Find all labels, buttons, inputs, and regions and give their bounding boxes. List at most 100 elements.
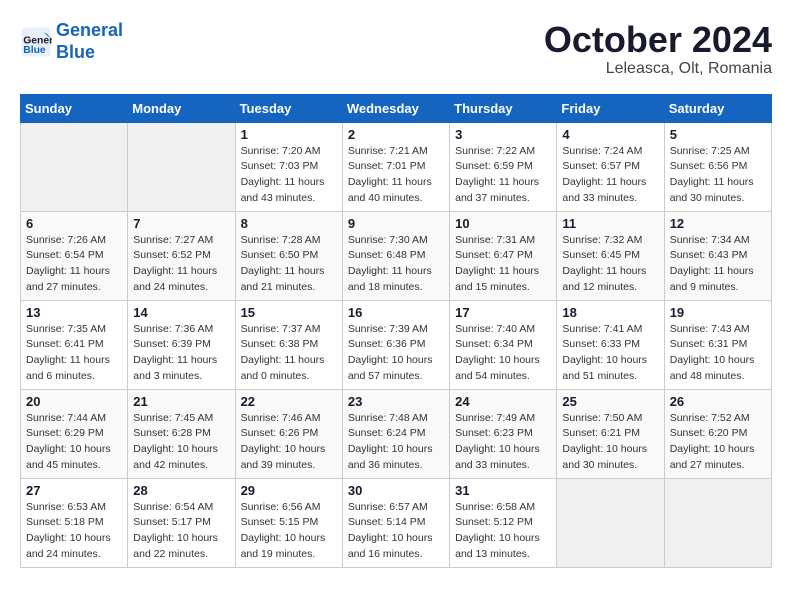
empty-cell bbox=[664, 478, 771, 567]
day-number: 22 bbox=[241, 394, 337, 409]
day-number: 2 bbox=[348, 127, 444, 142]
day-number: 15 bbox=[241, 305, 337, 320]
calendar-day: 26 Sunrise: 7:52 AMSunset: 6:20 PMDayligh… bbox=[664, 389, 771, 478]
month-title: October 2024 bbox=[544, 20, 772, 60]
logo-icon: General Blue bbox=[20, 26, 52, 58]
title-block: October 2024 Leleasca, Olt, Romania bbox=[544, 20, 772, 78]
day-detail: Sunrise: 7:22 AMSunset: 6:59 PMDaylight:… bbox=[455, 144, 551, 207]
empty-cell bbox=[557, 478, 664, 567]
day-detail: Sunrise: 7:30 AMSunset: 6:48 PMDaylight:… bbox=[348, 233, 444, 296]
calendar-day: 23Sunrise: 7:48 AMSunset: 6:24 PMDayligh… bbox=[342, 389, 449, 478]
calendar-day: 15Sunrise: 7:37 AMSunset: 6:38 PMDayligh… bbox=[235, 300, 342, 389]
day-detail: Sunrise: 7:28 AMSunset: 6:50 PMDaylight:… bbox=[241, 233, 337, 296]
day-number: 27 bbox=[26, 483, 122, 498]
logo-text-line1: General bbox=[56, 20, 123, 42]
calendar-day: 17Sunrise: 7:40 AMSunset: 6:34 PMDayligh… bbox=[450, 300, 557, 389]
calendar-day: 11 Sunrise: 7:32 AMSunset: 6:45 PMDayligh… bbox=[557, 211, 664, 300]
day-detail: Sunrise: 6:58 AMSunset: 5:12 PMDaylight:… bbox=[455, 500, 551, 563]
calendar-day: 4Sunrise: 7:24 AMSunset: 6:57 PMDaylight… bbox=[557, 122, 664, 211]
calendar-week-row: 27 Sunrise: 6:53 AMSunset: 5:18 PMDayligh… bbox=[21, 478, 772, 567]
day-number: 4 bbox=[562, 127, 658, 142]
day-number: 7 bbox=[133, 216, 229, 231]
day-detail: Sunrise: 7:44 AMSunset: 6:29 PMDaylight:… bbox=[26, 411, 122, 474]
calendar-week-row: 13 Sunrise: 7:35 AMSunset: 6:41 PMDayligh… bbox=[21, 300, 772, 389]
day-detail: Sunrise: 7:46 AMSunset: 6:26 PMDaylight:… bbox=[241, 411, 337, 474]
day-detail: Sunrise: 6:56 AMSunset: 5:15 PMDaylight:… bbox=[241, 500, 337, 563]
day-number: 11 bbox=[562, 216, 658, 231]
day-detail: Sunrise: 7:34 AMSunset: 6:43 PMDaylight:… bbox=[670, 233, 766, 296]
calendar-day: 12Sunrise: 7:34 AMSunset: 6:43 PMDayligh… bbox=[664, 211, 771, 300]
day-number: 5 bbox=[670, 127, 766, 142]
calendar-table: SundayMondayTuesdayWednesdayThursdayFrid… bbox=[20, 94, 772, 568]
column-header-tuesday: Tuesday bbox=[235, 94, 342, 122]
empty-cell bbox=[128, 122, 235, 211]
column-header-friday: Friday bbox=[557, 94, 664, 122]
calendar-day: 18Sunrise: 7:41 AMSunset: 6:33 PMDayligh… bbox=[557, 300, 664, 389]
calendar-day: 8Sunrise: 7:28 AMSunset: 6:50 PMDaylight… bbox=[235, 211, 342, 300]
svg-text:Blue: Blue bbox=[23, 45, 46, 56]
day-detail: Sunrise: 7:49 AMSunset: 6:23 PMDaylight:… bbox=[455, 411, 551, 474]
day-number: 6 bbox=[26, 216, 122, 231]
day-number: 20 bbox=[26, 394, 122, 409]
calendar-day: 5 Sunrise: 7:25 AMSunset: 6:56 PMDaylight… bbox=[664, 122, 771, 211]
day-number: 21 bbox=[133, 394, 229, 409]
day-detail: Sunrise: 7:25 AMSunset: 6:56 PMDaylight:… bbox=[670, 144, 766, 207]
day-detail: Sunrise: 7:36 AMSunset: 6:39 PMDaylight:… bbox=[133, 322, 229, 385]
calendar-day: 7 Sunrise: 7:27 AMSunset: 6:52 PMDaylight… bbox=[128, 211, 235, 300]
day-number: 19 bbox=[670, 305, 766, 320]
day-detail: Sunrise: 6:54 AMSunset: 5:17 PMDaylight:… bbox=[133, 500, 229, 563]
column-header-monday: Monday bbox=[128, 94, 235, 122]
day-detail: Sunrise: 7:32 AMSunset: 6:45 PMDaylight:… bbox=[562, 233, 658, 296]
day-number: 26 bbox=[670, 394, 766, 409]
column-header-wednesday: Wednesday bbox=[342, 94, 449, 122]
calendar-day: 13 Sunrise: 7:35 AMSunset: 6:41 PMDayligh… bbox=[21, 300, 128, 389]
day-detail: Sunrise: 7:27 AMSunset: 6:52 PMDaylight:… bbox=[133, 233, 229, 296]
calendar-day: 31 Sunrise: 6:58 AMSunset: 5:12 PMDayligh… bbox=[450, 478, 557, 567]
calendar-day: 25 Sunrise: 7:50 AMSunset: 6:21 PMDayligh… bbox=[557, 389, 664, 478]
day-number: 25 bbox=[562, 394, 658, 409]
logo-text-line2: Blue bbox=[56, 42, 123, 64]
column-header-thursday: Thursday bbox=[450, 94, 557, 122]
empty-cell bbox=[21, 122, 128, 211]
column-header-saturday: Saturday bbox=[664, 94, 771, 122]
calendar-week-row: 20 Sunrise: 7:44 AMSunset: 6:29 PMDayligh… bbox=[21, 389, 772, 478]
day-number: 9 bbox=[348, 216, 444, 231]
calendar-day: 22 Sunrise: 7:46 AMSunset: 6:26 PMDayligh… bbox=[235, 389, 342, 478]
calendar-day: 28Sunrise: 6:54 AMSunset: 5:17 PMDayligh… bbox=[128, 478, 235, 567]
day-number: 3 bbox=[455, 127, 551, 142]
day-detail: Sunrise: 7:20 AMSunset: 7:03 PMDaylight:… bbox=[241, 144, 337, 207]
calendar-day: 20 Sunrise: 7:44 AMSunset: 6:29 PMDayligh… bbox=[21, 389, 128, 478]
day-detail: Sunrise: 7:43 AMSunset: 6:31 PMDaylight:… bbox=[670, 322, 766, 385]
day-detail: Sunrise: 7:39 AMSunset: 6:36 PMDaylight:… bbox=[348, 322, 444, 385]
calendar-day: 9 Sunrise: 7:30 AMSunset: 6:48 PMDaylight… bbox=[342, 211, 449, 300]
day-detail: Sunrise: 7:45 AMSunset: 6:28 PMDaylight:… bbox=[133, 411, 229, 474]
calendar-week-row: 6Sunrise: 7:26 AMSunset: 6:54 PMDaylight… bbox=[21, 211, 772, 300]
day-detail: Sunrise: 6:53 AMSunset: 5:18 PMDaylight:… bbox=[26, 500, 122, 563]
day-number: 16 bbox=[348, 305, 444, 320]
day-number: 24 bbox=[455, 394, 551, 409]
calendar-day: 29 Sunrise: 6:56 AMSunset: 5:15 PMDayligh… bbox=[235, 478, 342, 567]
day-detail: Sunrise: 7:52 AMSunset: 6:20 PMDaylight:… bbox=[670, 411, 766, 474]
day-number: 31 bbox=[455, 483, 551, 498]
day-number: 23 bbox=[348, 394, 444, 409]
day-detail: Sunrise: 6:57 AMSunset: 5:14 PMDaylight:… bbox=[348, 500, 444, 563]
calendar-day: 24 Sunrise: 7:49 AMSunset: 6:23 PMDayligh… bbox=[450, 389, 557, 478]
location: Leleasca, Olt, Romania bbox=[544, 60, 772, 78]
day-detail: Sunrise: 7:35 AMSunset: 6:41 PMDaylight:… bbox=[26, 322, 122, 385]
day-number: 17 bbox=[455, 305, 551, 320]
logo: General Blue General Blue bbox=[20, 20, 123, 63]
day-detail: Sunrise: 7:50 AMSunset: 6:21 PMDaylight:… bbox=[562, 411, 658, 474]
calendar-week-row: 1 Sunrise: 7:20 AMSunset: 7:03 PMDaylight… bbox=[21, 122, 772, 211]
day-number: 13 bbox=[26, 305, 122, 320]
calendar-day: 30Sunrise: 6:57 AMSunset: 5:14 PMDayligh… bbox=[342, 478, 449, 567]
calendar-day: 10Sunrise: 7:31 AMSunset: 6:47 PMDayligh… bbox=[450, 211, 557, 300]
calendar-day: 3 Sunrise: 7:22 AMSunset: 6:59 PMDaylight… bbox=[450, 122, 557, 211]
day-detail: Sunrise: 7:21 AMSunset: 7:01 PMDaylight:… bbox=[348, 144, 444, 207]
calendar-header-row: SundayMondayTuesdayWednesdayThursdayFrid… bbox=[21, 94, 772, 122]
calendar-day: 2 Sunrise: 7:21 AMSunset: 7:01 PMDaylight… bbox=[342, 122, 449, 211]
calendar-day: 21 Sunrise: 7:45 AMSunset: 6:28 PMDayligh… bbox=[128, 389, 235, 478]
calendar-day: 1 Sunrise: 7:20 AMSunset: 7:03 PMDaylight… bbox=[235, 122, 342, 211]
day-number: 29 bbox=[241, 483, 337, 498]
calendar-day: 27 Sunrise: 6:53 AMSunset: 5:18 PMDayligh… bbox=[21, 478, 128, 567]
day-number: 1 bbox=[241, 127, 337, 142]
